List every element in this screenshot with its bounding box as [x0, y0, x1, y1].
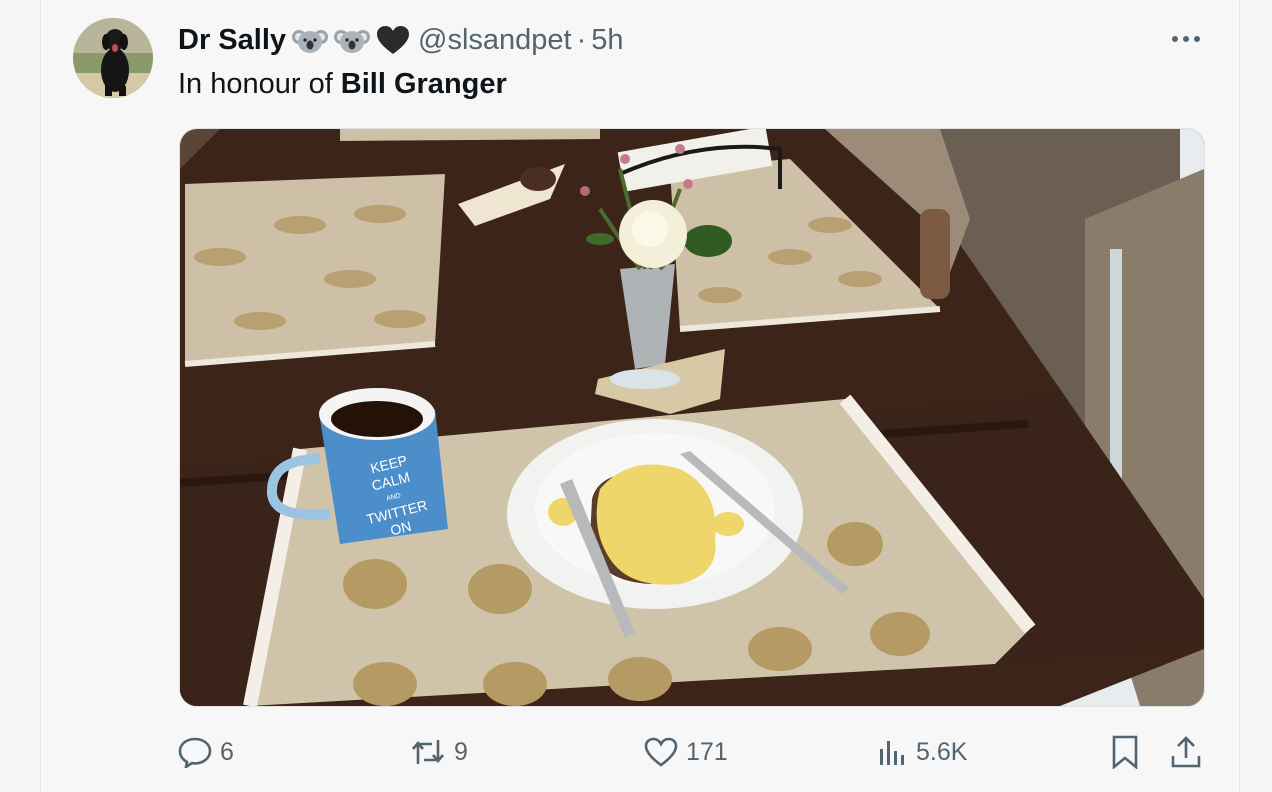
share-icon: [1171, 736, 1201, 768]
reply-count: 6: [220, 737, 234, 766]
post-header: Dr Sally @slsandpet · 5h: [178, 20, 624, 60]
bookmark-button[interactable]: [1110, 730, 1148, 774]
like-icon: [644, 737, 678, 767]
like-count: 171: [686, 737, 728, 766]
bookmark-icon: [1112, 735, 1138, 769]
views-button[interactable]: 5.6K: [878, 730, 967, 774]
repost-icon: [412, 740, 444, 764]
post-text: In honour of Bill Granger: [178, 64, 507, 104]
repost-button[interactable]: 9: [410, 730, 468, 774]
post-action-bar: 6 9 171 5.6K: [178, 730, 1208, 774]
views-count: 5.6K: [916, 737, 968, 766]
post-media-photo[interactable]: KEEP CALM AND TWITTER ON: [179, 128, 1205, 707]
views-icon: [880, 741, 904, 765]
author-handle[interactable]: @slsandpet: [418, 24, 572, 57]
koala-icon: [334, 25, 370, 55]
more-icon: [1172, 36, 1200, 42]
koala-icon: [292, 25, 328, 55]
share-button[interactable]: [1170, 730, 1210, 774]
black-heart-icon: [376, 25, 410, 55]
reply-icon: [178, 737, 212, 768]
author-avatar[interactable]: [73, 18, 153, 98]
repost-count: 9: [454, 737, 468, 766]
post-text-prefix: In honour of: [178, 67, 333, 100]
post-timestamp[interactable]: 5h: [591, 24, 623, 57]
reply-button[interactable]: 6: [178, 730, 234, 774]
like-button[interactable]: 171: [644, 730, 728, 774]
separator-dot: ·: [576, 23, 587, 56]
post-text-bold: Bill Granger: [340, 67, 507, 100]
author-display-name[interactable]: Dr Sally: [178, 24, 286, 57]
more-options-button[interactable]: [1166, 24, 1206, 54]
